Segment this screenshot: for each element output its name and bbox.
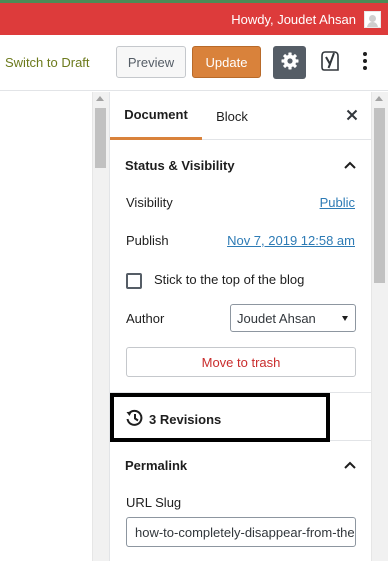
close-icon [346,109,358,124]
yoast-button[interactable] [317,48,343,76]
author-label: Author [126,311,165,326]
editor-header-toolbar: Switch to Draft Preview Update [0,35,388,91]
revisions-link[interactable]: 3 Revisions [125,409,221,430]
sidebar-scrollbar-thumb[interactable] [374,108,385,283]
publish-date-link[interactable]: Nov 7, 2019 12:58 am [227,233,355,248]
chevron-up-icon[interactable] [344,461,356,469]
editor-scroll-up-arrow[interactable] [96,96,104,101]
sidebar-tabs: Document Block [110,92,372,140]
stick-to-top-checkbox[interactable] [126,273,142,289]
author-select-value: Joudet Ahsan [237,310,316,326]
status-visibility-title[interactable]: Status & Visibility [125,158,235,173]
tab-block[interactable]: Block [202,92,262,140]
revisions-label: 3 Revisions [149,412,222,427]
editor-canvas[interactable] [0,92,92,561]
howdy-greeting[interactable]: Howdy, Joudet Ahsan [231,12,356,27]
visibility-link[interactable]: Public [320,195,355,210]
editor-scrollbar-thumb[interactable] [95,108,106,168]
update-button[interactable]: Update [192,46,261,78]
url-slug-input[interactable]: how-to-completely-disappear-from-the-int… [126,517,356,547]
yoast-icon [319,49,341,76]
sidebar-scroll-up-arrow[interactable] [375,96,383,101]
switch-to-draft-button[interactable]: Switch to Draft [5,55,90,70]
panel-divider [110,440,372,441]
admin-bar: Howdy, Joudet Ahsan [0,3,388,35]
visibility-label: Visibility [126,195,173,210]
more-options-button[interactable] [354,49,376,75]
history-icon [125,409,144,430]
avatar[interactable] [364,11,381,28]
settings-sidebar: Document Block Status & Visibility Visib… [109,92,372,561]
settings-button[interactable] [273,46,306,79]
preview-button[interactable]: Preview [116,46,186,78]
move-to-trash-button[interactable]: Move to trash [126,347,356,377]
author-select[interactable]: Joudet Ahsan [230,304,356,332]
url-slug-label: URL Slug [126,495,182,510]
close-sidebar-button[interactable] [342,106,362,126]
chevron-down-icon [342,316,348,321]
tab-document[interactable]: Document [110,92,202,140]
publish-label: Publish [126,233,169,248]
chevron-up-icon[interactable] [344,161,356,169]
gear-icon [280,51,300,74]
permalink-title[interactable]: Permalink [125,458,187,473]
panel-divider [110,392,372,393]
more-vertical-icon [362,51,368,74]
stick-to-top-label[interactable]: Stick to the top of the blog [154,272,304,287]
